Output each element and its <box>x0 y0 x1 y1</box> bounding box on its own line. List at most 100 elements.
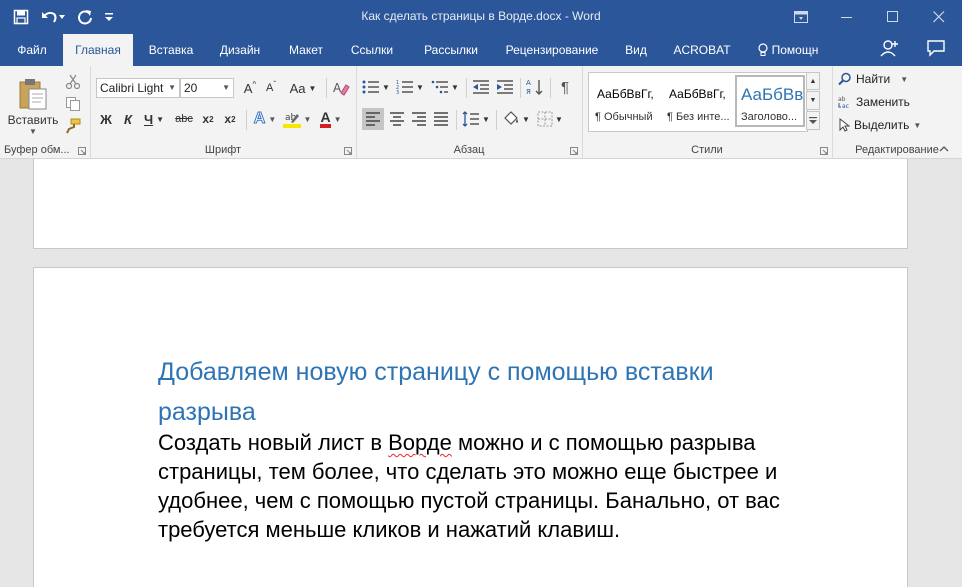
previous-page[interactable] <box>33 159 908 249</box>
chevron-down-icon: ▼ <box>268 114 277 124</box>
grow-font-button[interactable]: A ^ <box>240 78 260 98</box>
font-name-value: Calibri Light <box>100 81 164 95</box>
borders-button[interactable]: ▼ <box>534 108 566 130</box>
body-paragraph[interactable]: Создать новый лист в Ворде можно и с пом… <box>158 428 858 544</box>
font-group-label: Шрифт <box>204 144 242 156</box>
tab-review[interactable]: Рецензирование <box>497 34 607 66</box>
align-center-button[interactable] <box>386 108 408 130</box>
misspelled-word[interactable]: Ворде <box>388 430 452 455</box>
multilevel-list-button[interactable]: ▼ <box>428 76 462 98</box>
paste-button[interactable]: Вставить ▼ <box>8 72 58 140</box>
decrease-indent-button[interactable] <box>470 76 492 98</box>
dialog-launcher-icon[interactable] <box>344 147 352 155</box>
subscript-button[interactable]: x2 <box>198 108 218 130</box>
tab-home[interactable]: Главная <box>63 34 133 66</box>
tab-design[interactable]: Дизайн <box>211 34 269 66</box>
tab-file[interactable]: Файл <box>10 34 54 66</box>
replace-label: Заменить <box>856 95 910 109</box>
customize-qat-button[interactable] <box>102 6 116 28</box>
current-page[interactable]: Добавляем новую страницу с помощью встав… <box>33 267 908 587</box>
increase-indent-button[interactable] <box>494 76 516 98</box>
dialog-launcher-icon[interactable] <box>570 147 578 155</box>
svg-text:3: 3 <box>396 90 399 95</box>
styles-more-button[interactable] <box>806 111 820 130</box>
comments-button[interactable] <box>926 38 946 58</box>
bullets-button[interactable]: ▼ <box>360 76 392 98</box>
cut-button[interactable] <box>62 72 84 92</box>
justify-button[interactable] <box>430 108 452 130</box>
collapse-ribbon-button[interactable] <box>936 142 952 156</box>
find-button[interactable]: Найти ▼ <box>838 72 908 86</box>
styles-scroll-down-button[interactable]: ▼ <box>806 91 820 110</box>
repeat-button[interactable] <box>74 6 96 28</box>
style-normal[interactable]: АаБбВвГг, ¶ Обычный <box>591 75 661 127</box>
minimize-button[interactable] <box>824 0 870 34</box>
tab-acrobat[interactable]: ACROBAT <box>665 34 739 66</box>
sort-button[interactable]: AЯ <box>524 76 546 98</box>
align-left-button[interactable] <box>362 108 384 130</box>
dialog-launcher-icon[interactable] <box>820 147 828 155</box>
tab-layout[interactable]: Макет <box>280 34 332 66</box>
align-right-icon <box>412 112 426 126</box>
text-effects-button[interactable]: A ▼ <box>250 108 280 130</box>
italic-button[interactable]: К <box>118 108 138 130</box>
divider <box>456 110 457 130</box>
strikethrough-button[interactable]: abc <box>172 108 196 130</box>
chevron-down-icon: ▼ <box>333 114 342 124</box>
chevron-down-icon: ▼ <box>482 114 490 124</box>
maximize-button[interactable] <box>870 0 916 34</box>
superscript-button[interactable]: x2 <box>220 108 240 130</box>
styles-gallery: АаБбВвГг, ¶ Обычный АаБбВвГг, ¶ Без инте… <box>588 72 808 132</box>
ribbon-display-options-button[interactable] <box>778 0 824 34</box>
style-heading-1[interactable]: АаБбВв Заголово... <box>735 75 805 127</box>
show-formatting-button[interactable]: ¶ <box>554 76 576 98</box>
replace-button[interactable]: ab ac Заменить <box>838 95 910 109</box>
line-spacing-button[interactable]: ▼ <box>460 108 492 130</box>
format-painter-button[interactable] <box>62 116 84 136</box>
copy-button[interactable] <box>62 94 84 114</box>
clear-formatting-button[interactable]: A <box>330 78 352 98</box>
dialog-launcher-icon[interactable] <box>78 147 86 155</box>
heading-1[interactable]: Добавляем новую страницу с помощью встав… <box>158 352 798 432</box>
tab-tell-me[interactable]: Помощн <box>750 34 826 66</box>
tab-insert[interactable]: Вставка <box>140 34 202 66</box>
divider <box>326 78 327 98</box>
style-sample: АаБбВвГг, <box>597 87 654 101</box>
underline-button[interactable]: Ч ▼ <box>140 108 168 130</box>
share-button[interactable] <box>880 38 900 58</box>
superscript-mark: 2 <box>231 114 236 124</box>
svg-text:Я: Я <box>526 88 531 96</box>
document-area[interactable]: Добавляем новую страницу с помощью встав… <box>0 159 962 587</box>
styles-scroll-up-button[interactable]: ▲ <box>806 72 820 90</box>
title-bar: Как сделать страницы в Ворде.docx - Word <box>0 0 962 34</box>
save-button[interactable] <box>10 6 32 28</box>
chevron-down-icon: ▼ <box>222 83 230 92</box>
tab-view[interactable]: Вид <box>616 34 656 66</box>
close-button[interactable] <box>916 0 962 34</box>
ribbon: Вставить ▼ Буфер обм... Calibri Light ▼ … <box>0 66 962 159</box>
chevron-down-icon: ▼ <box>156 114 165 124</box>
select-button[interactable]: Выделить ▼ <box>838 118 921 132</box>
bold-button[interactable]: Ж <box>96 108 116 130</box>
shrink-font-button[interactable]: Aˇ <box>262 78 280 98</box>
font-color-button[interactable]: A ▼ <box>316 108 346 130</box>
change-case-label: Aa <box>289 80 306 96</box>
change-case-button[interactable]: Aa ▼ <box>286 78 320 98</box>
font-size-combo[interactable]: 20 ▼ <box>180 78 234 98</box>
grow-font-label: A <box>243 80 253 96</box>
chevron-down-icon: ▼ <box>900 74 909 84</box>
tab-mailings[interactable]: Рассылки <box>414 34 488 66</box>
numbering-button[interactable]: 123 ▼ <box>394 76 426 98</box>
font-name-combo[interactable]: Calibri Light ▼ <box>96 78 180 98</box>
font-size-value: 20 <box>184 81 198 95</box>
shrink-font-label: A <box>265 82 274 94</box>
paste-label: Вставить <box>7 112 59 127</box>
style-sample: АаБбВв <box>741 85 804 104</box>
undo-button[interactable] <box>38 6 68 28</box>
style-no-spacing[interactable]: АаБбВвГг, ¶ Без инте... <box>663 75 733 127</box>
shading-button[interactable]: ▼ <box>500 108 532 130</box>
decrease-indent-icon <box>473 80 489 94</box>
highlight-button[interactable]: ab ▼ <box>282 108 312 130</box>
align-right-button[interactable] <box>408 108 430 130</box>
tab-references[interactable]: Ссылки <box>342 34 402 66</box>
